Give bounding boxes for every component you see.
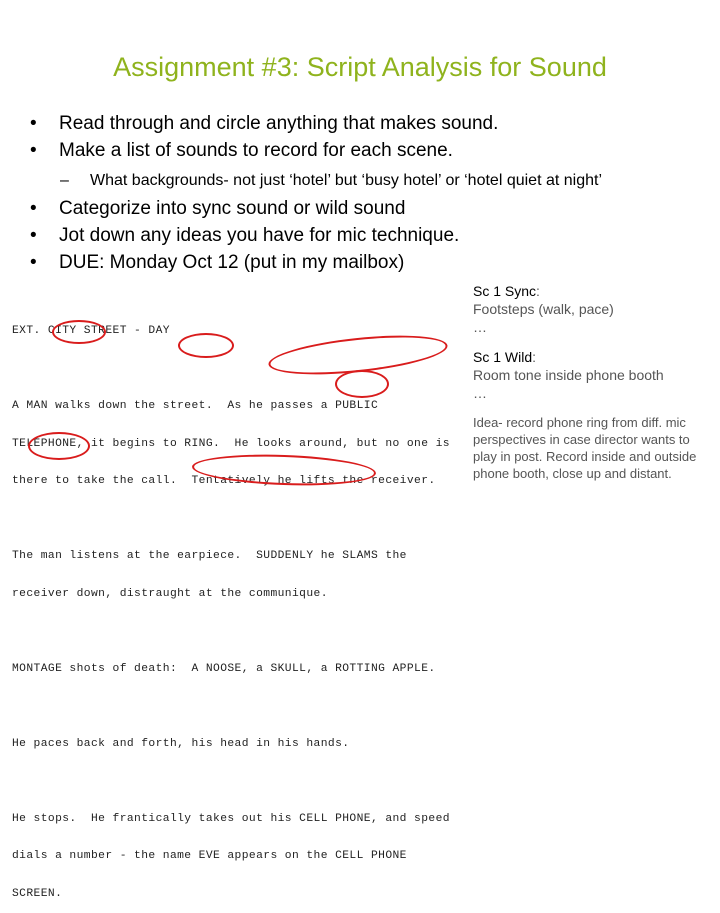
bullet-item: • Jot down any ideas you have for mic te… — [30, 222, 710, 249]
script-line: He stops. He frantically takes out his C… — [12, 812, 450, 825]
bullet-item: • Read through and circle anything that … — [30, 110, 710, 137]
script-line: SCREEN. — [12, 887, 63, 900]
bullet-icon: • — [30, 252, 37, 273]
sub-bullet-text: What backgrounds- not just ‘hotel’ but ‘… — [90, 172, 602, 189]
bullet-list: • Read through and circle anything that … — [30, 110, 710, 276]
script-line: receiver down, distraught at the communi… — [12, 587, 328, 600]
wild-note: Sc 1 Wild: Room tone inside phone booth … — [473, 348, 713, 402]
script-excerpt: EXT. CITY STREET - DAY A MAN walks down … — [12, 300, 462, 913]
bullet-text: Read through and circle anything that ma… — [59, 113, 499, 134]
sync-text: Footsteps (walk, pace) — [473, 301, 614, 317]
script-line: The man listens at the earpiece. SUDDENL… — [12, 550, 407, 562]
circle-walks-mark — [52, 320, 106, 344]
sub-bullet-item: – What backgrounds- not just ‘hotel’ but… — [30, 172, 660, 189]
bullet-icon: • — [30, 113, 37, 134]
sync-heading: Sc 1 Sync: — [473, 283, 540, 299]
script-line: dials a number - the name EVE appears on… — [12, 850, 407, 862]
wild-heading: Sc 1 Wild: — [473, 349, 537, 365]
bullet-item: • DUE: Monday Oct 12 (put in my mailbox) — [30, 249, 710, 276]
script-line — [12, 700, 462, 713]
dash-icon: – — [60, 172, 69, 189]
bullet-item: • Make a list of sounds to record for ea… — [30, 137, 710, 164]
idea-note: Idea- record phone ring from diff. mic p… — [473, 415, 697, 481]
script-line — [12, 775, 462, 788]
bullet-text: Jot down any ideas you have for mic tech… — [59, 225, 460, 246]
script-line — [12, 513, 462, 526]
script-line: A MAN walks down the street. As he passe… — [12, 400, 379, 412]
bullet-text: DUE: Monday Oct 12 (put in my mailbox) — [59, 252, 405, 273]
circle-paces-mark — [28, 432, 90, 460]
wild-ellipsis: … — [473, 385, 487, 401]
circle-slams-mark — [335, 370, 389, 398]
script-line: MONTAGE shots of death: A NOOSE, a SKULL… — [12, 662, 436, 675]
bullet-icon: • — [30, 140, 37, 161]
sync-ellipsis: … — [473, 319, 487, 335]
bullet-text: Categorize into sync sound or wild sound — [59, 198, 406, 219]
script-line — [12, 625, 462, 638]
bullet-icon: • — [30, 198, 37, 219]
slide-title: Assignment #3: Script Analysis for Sound — [113, 52, 607, 82]
circle-ring-mark — [178, 333, 234, 358]
bullet-item: • Categorize into sync sound or wild sou… — [30, 195, 710, 222]
sound-notes: Sc 1 Sync: Footsteps (walk, pace) … Sc 1… — [473, 282, 713, 482]
sync-note: Sc 1 Sync: Footsteps (walk, pace) … — [473, 282, 713, 336]
bullet-icon: • — [30, 225, 37, 246]
script-line: He paces back and forth, his head in his… — [12, 737, 350, 750]
wild-text: Room tone inside phone booth — [473, 367, 664, 383]
bullet-text: Make a list of sounds to record for each… — [59, 140, 453, 161]
